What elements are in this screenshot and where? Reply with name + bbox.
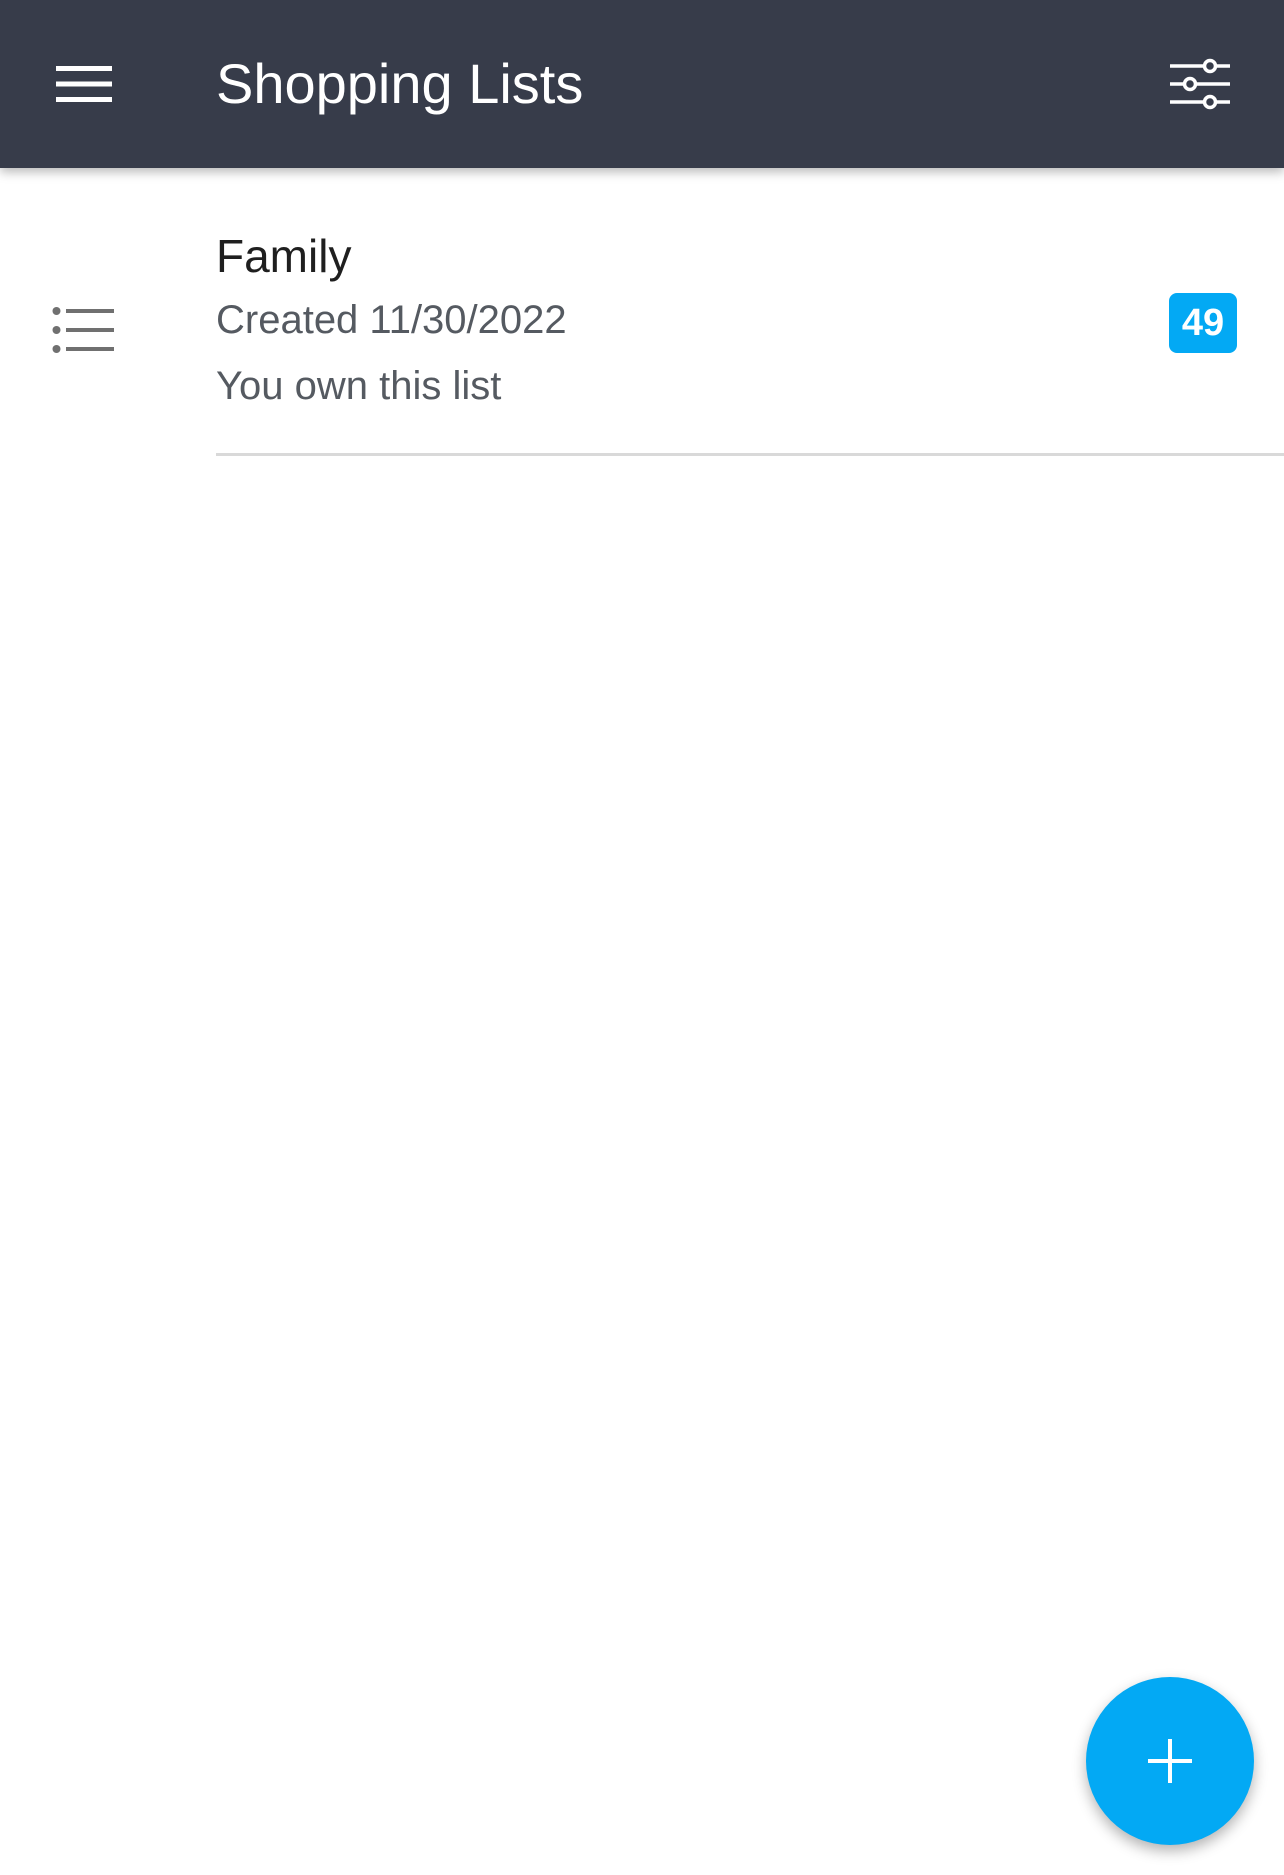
list-icon xyxy=(52,305,114,355)
app-bar: Shopping Lists xyxy=(0,0,1284,168)
hamburger-menu-icon xyxy=(56,66,112,102)
filter-button[interactable] xyxy=(1150,34,1250,134)
menu-button[interactable] xyxy=(28,34,140,134)
app-screen: Shopping Lists Family Created 11/30/2022… xyxy=(0,0,1284,1875)
list-item[interactable]: Family Created 11/30/2022 You own this l… xyxy=(0,168,1284,456)
add-list-button[interactable] xyxy=(1086,1677,1254,1845)
item-count-badge: 49 xyxy=(1169,293,1237,353)
list-created-date: Created 11/30/2022 xyxy=(216,298,567,342)
list-name: Family xyxy=(216,230,352,282)
list-ownership: You own this list xyxy=(216,364,502,408)
plus-icon xyxy=(1148,1739,1192,1783)
sliders-filter-icon xyxy=(1170,58,1230,110)
list-divider xyxy=(216,453,1284,456)
page-title: Shopping Lists xyxy=(216,52,584,115)
